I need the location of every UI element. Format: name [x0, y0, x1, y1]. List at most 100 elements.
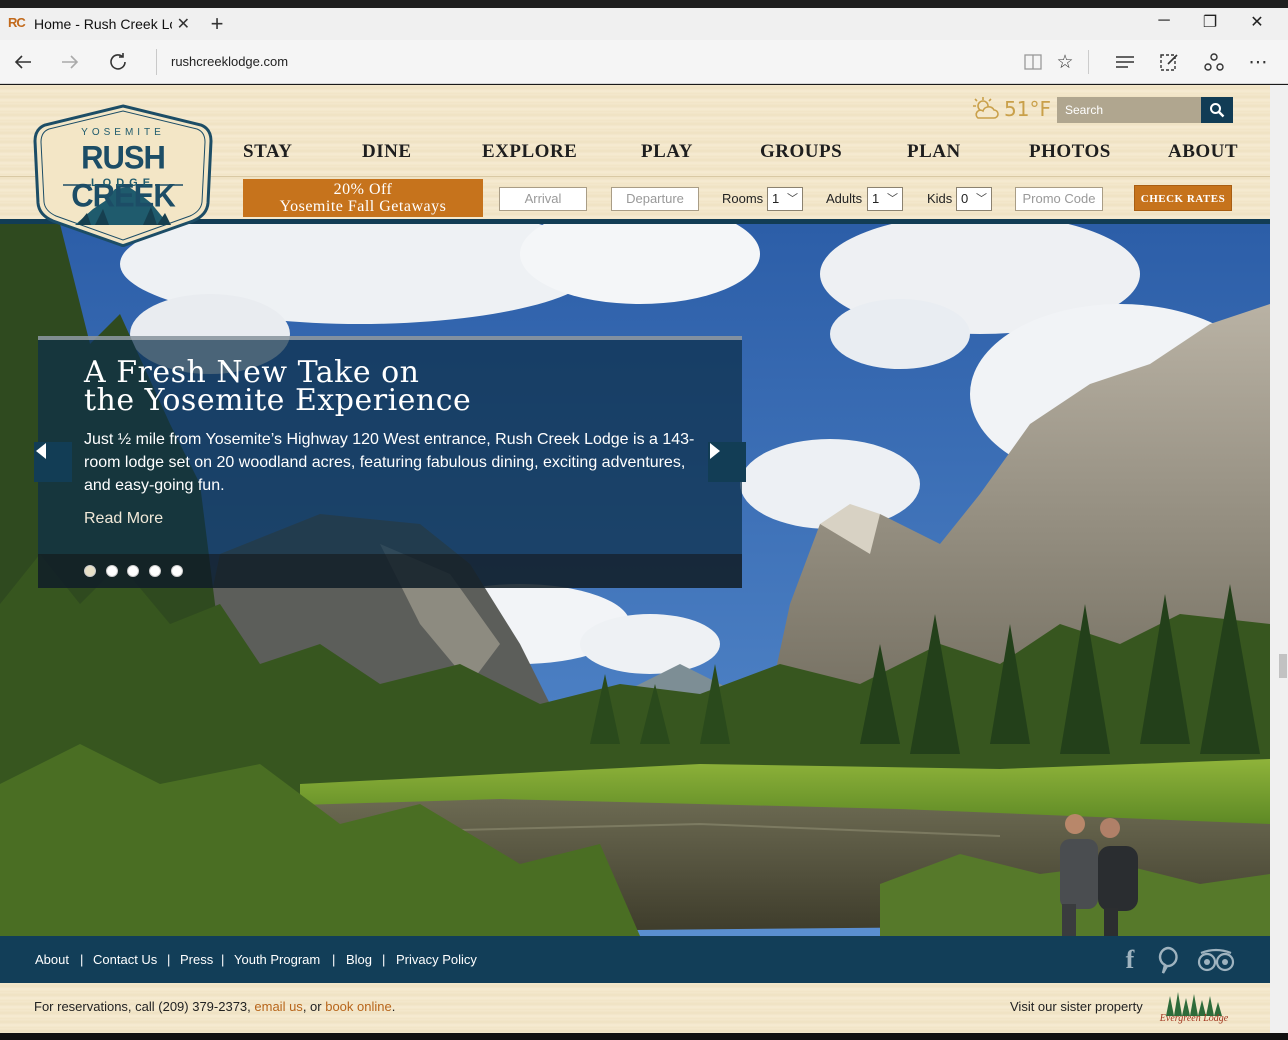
- footer-link-press[interactable]: Press: [180, 952, 213, 967]
- chevron-down-icon: ﹀: [976, 193, 987, 205]
- nav-explore[interactable]: EXPLORE: [482, 141, 577, 163]
- nav-about[interactable]: ABOUT: [1168, 141, 1238, 163]
- slide-title: A Fresh New Take on the Yosemite Experie…: [84, 358, 724, 418]
- url-separator: [156, 49, 157, 75]
- more-icon[interactable]: ⋯: [1246, 51, 1270, 74]
- footer-separator: |: [80, 952, 84, 967]
- nav-play[interactable]: PLAY: [641, 141, 693, 163]
- search-button[interactable]: [1201, 97, 1233, 123]
- partly-sunny-icon: [973, 97, 999, 119]
- back-icon[interactable]: [10, 50, 36, 80]
- toolbar-separator: [1088, 50, 1089, 74]
- read-more-link[interactable]: Read More: [84, 510, 163, 528]
- slide-title-line-2: the Yosemite Experience: [84, 383, 472, 418]
- nav-groups[interactable]: GROUPS: [760, 141, 842, 163]
- kids-select[interactable]: 0 ﹀: [956, 187, 992, 211]
- weather-temperature: 51°F: [1004, 97, 1051, 121]
- weather-widget: 51°F: [970, 95, 1051, 123]
- window-bottom-strip: [0, 1033, 1288, 1040]
- evergreen-lodge-logo[interactable]: Evergreen Lodge: [1152, 988, 1236, 1026]
- kids-value: 0: [961, 191, 969, 206]
- sister-logo-text: Evergreen Lodge: [1159, 1013, 1229, 1024]
- book-online-link[interactable]: book online: [325, 999, 392, 1014]
- slide-dots-bar: [38, 554, 742, 588]
- footer-separator: |: [221, 952, 225, 967]
- window-top-strip: [0, 0, 1288, 8]
- prev-slide-button[interactable]: [34, 442, 72, 482]
- browser-tab[interactable]: RC Home - Rush Creek Lod ✕: [0, 8, 198, 40]
- reservations-prefix: For reservations, call (209) 379-2373,: [34, 999, 255, 1014]
- restore-icon[interactable]: ❐: [1198, 12, 1222, 32]
- footer-separator: |: [332, 952, 336, 967]
- nav-photos[interactable]: PHOTOS: [1029, 141, 1111, 163]
- reservations-mid: , or: [302, 999, 326, 1014]
- rooms-label: Rooms: [722, 191, 764, 206]
- footer-link-blog[interactable]: Blog: [346, 952, 372, 967]
- slide-dot-5[interactable]: [171, 565, 183, 577]
- promo-code-field[interactable]: Promo Code: [1015, 187, 1103, 211]
- reading-view-icon[interactable]: [1021, 51, 1045, 79]
- search-icon: [1210, 103, 1225, 118]
- facebook-icon[interactable]: f: [1112, 945, 1148, 975]
- check-rates-button[interactable]: CHECK RATES: [1134, 185, 1232, 211]
- promo-line-1: 20% Off: [333, 181, 393, 198]
- hub-icon[interactable]: [1113, 51, 1137, 79]
- nav-stay[interactable]: STAY: [243, 141, 293, 163]
- site-favicon-icon: RC: [8, 15, 26, 30]
- address-bar: rushcreeklodge.com ☆ ⋯: [0, 40, 1288, 84]
- next-slide-button[interactable]: [708, 442, 746, 482]
- favorite-star-icon[interactable]: ☆: [1053, 51, 1077, 74]
- footer-bottom: For reservations, call (209) 379-2373, e…: [0, 983, 1270, 1033]
- adults-value: 1: [872, 191, 880, 206]
- promo-banner[interactable]: 20% Off Yosemite Fall Getaways: [243, 179, 483, 217]
- refresh-icon[interactable]: [105, 50, 131, 80]
- tripadvisor-icon[interactable]: [1196, 945, 1236, 975]
- tab-bar: RC Home - Rush Creek Lod ✕ + ─ ❐ ✕: [0, 8, 1288, 40]
- chevron-down-icon: ﹀: [787, 193, 798, 205]
- adults-label: Adults: [826, 191, 863, 206]
- close-window-icon[interactable]: ✕: [1245, 12, 1269, 32]
- logo-sub-text: LODGE: [90, 177, 156, 189]
- nav-plan[interactable]: PLAN: [907, 141, 961, 163]
- rooms-value: 1: [772, 191, 780, 206]
- promo-line-2: Yosemite Fall Getaways: [279, 198, 447, 215]
- scrollbar-thumb[interactable]: [1279, 654, 1287, 678]
- slide-dot-2[interactable]: [106, 565, 118, 577]
- kids-label: Kids: [927, 191, 953, 206]
- footer-separator: |: [382, 952, 386, 967]
- tab-title: Home - Rush Creek Lod: [34, 16, 172, 32]
- forward-icon[interactable]: [57, 50, 83, 80]
- reservations-text: For reservations, call (209) 379-2373, e…: [34, 999, 395, 1014]
- url-field[interactable]: rushcreeklodge.com: [171, 54, 288, 69]
- nav-dine[interactable]: DINE: [362, 141, 412, 163]
- slide-dot-1[interactable]: [84, 565, 96, 577]
- footer-separator: |: [167, 952, 171, 967]
- logo-top-text: YOSEMITE: [81, 127, 165, 138]
- slide-dot-3[interactable]: [127, 565, 139, 577]
- search-input[interactable]: Search: [1057, 97, 1201, 123]
- slide-dot-4[interactable]: [149, 565, 161, 577]
- chevron-right-icon: [710, 443, 720, 459]
- new-tab-icon[interactable]: +: [206, 11, 228, 37]
- site-logo[interactable]: YOSEMITE RUSH CREEK LODGE: [33, 103, 213, 249]
- departure-field[interactable]: Departure: [611, 187, 699, 211]
- arrival-field[interactable]: Arrival: [499, 187, 587, 211]
- hero-slideshow: A Fresh New Take on the Yosemite Experie…: [0, 224, 1270, 936]
- minimize-icon[interactable]: ─: [1152, 12, 1176, 30]
- pinterest-icon[interactable]: [1150, 945, 1186, 975]
- chevron-down-icon: ﹀: [887, 193, 898, 205]
- web-page: 51°F Search STAY DINE EXPLORE PLAY GROUP…: [0, 85, 1270, 1033]
- footer-nav-bar: About | Contact Us | Press | Youth Progr…: [0, 936, 1270, 983]
- page-scrollbar[interactable]: [1270, 85, 1288, 1033]
- share-icon[interactable]: [1202, 51, 1226, 79]
- rooms-select[interactable]: 1 ﹀: [767, 187, 803, 211]
- footer-link-about[interactable]: About: [35, 952, 69, 967]
- web-note-icon[interactable]: [1157, 51, 1181, 79]
- email-us-link[interactable]: email us: [254, 999, 302, 1014]
- sister-property-text: Visit our sister property: [1010, 999, 1143, 1014]
- footer-link-youth-program[interactable]: Youth Program: [234, 952, 320, 967]
- adults-select[interactable]: 1 ﹀: [867, 187, 903, 211]
- tab-close-icon[interactable]: ✕: [177, 14, 190, 34]
- footer-link-privacy[interactable]: Privacy Policy: [396, 952, 477, 967]
- footer-link-contact[interactable]: Contact Us: [93, 952, 157, 967]
